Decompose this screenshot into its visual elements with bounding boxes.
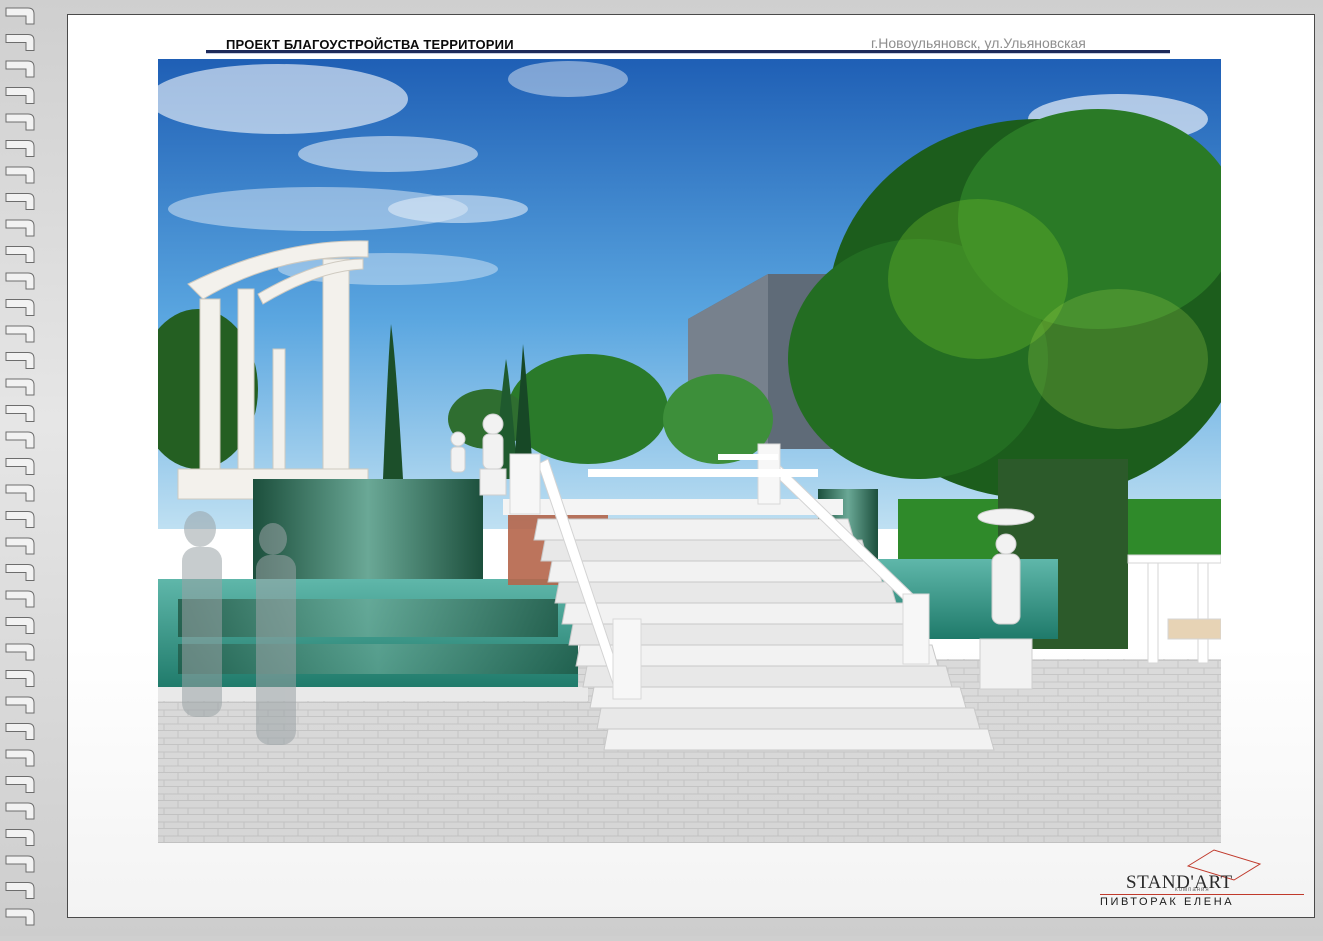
binding-ring	[5, 34, 35, 51]
stair-step	[603, 728, 995, 751]
stair-step	[589, 686, 967, 709]
binding-ring	[5, 776, 35, 793]
binding-ring	[5, 537, 35, 555]
binding-ring	[5, 829, 35, 846]
author-name: ПИВТОРАК ЕЛЕНА	[1100, 896, 1235, 908]
binding-ring	[5, 511, 35, 528]
binding-ring	[5, 378, 35, 396]
company-logo: STAND'ART компания ПИВТОРАК ЕЛЕНА	[1096, 846, 1306, 912]
binding-ring	[5, 405, 35, 422]
balustrade	[1127, 554, 1221, 664]
binding-ring	[5, 484, 35, 502]
binding-ring	[5, 219, 35, 237]
binding-ring	[5, 87, 35, 104]
landscape-render	[158, 59, 1221, 843]
stair-step	[533, 518, 855, 541]
spiral-binding	[0, 0, 42, 936]
brand-subtitle: компания	[1175, 887, 1210, 893]
binding-ring	[5, 140, 35, 157]
binding-ring	[5, 590, 35, 608]
binding-ring	[5, 749, 35, 767]
binding-ring	[5, 166, 35, 184]
binding-ring	[5, 60, 35, 78]
binding-ring	[5, 193, 35, 210]
stair-step	[596, 707, 981, 730]
binding-ring	[5, 113, 35, 131]
project-location: г.Новоульяновск, ул.Ульяновская	[871, 35, 1086, 51]
stair-step	[547, 560, 883, 583]
binding-ring	[5, 325, 35, 343]
binding-ring	[5, 7, 35, 25]
binding-ring	[5, 617, 35, 634]
header-rule	[206, 50, 1170, 54]
binding-ring	[5, 855, 35, 873]
stair-step	[540, 539, 869, 562]
binding-ring	[5, 299, 35, 316]
binding-ring	[5, 882, 35, 899]
binding-ring	[5, 908, 35, 926]
binding-ring	[5, 431, 35, 449]
binding-ring	[5, 564, 35, 581]
binding-ring	[5, 352, 35, 369]
binding-ring	[5, 696, 35, 714]
binding-ring	[5, 643, 35, 661]
binding-ring	[5, 670, 35, 687]
binding-ring	[5, 458, 35, 475]
logo-underline	[1100, 894, 1304, 895]
binding-ring	[5, 723, 35, 740]
binding-ring	[5, 246, 35, 263]
binding-ring	[5, 272, 35, 290]
stair-step	[554, 581, 897, 604]
binding-ring	[5, 802, 35, 820]
